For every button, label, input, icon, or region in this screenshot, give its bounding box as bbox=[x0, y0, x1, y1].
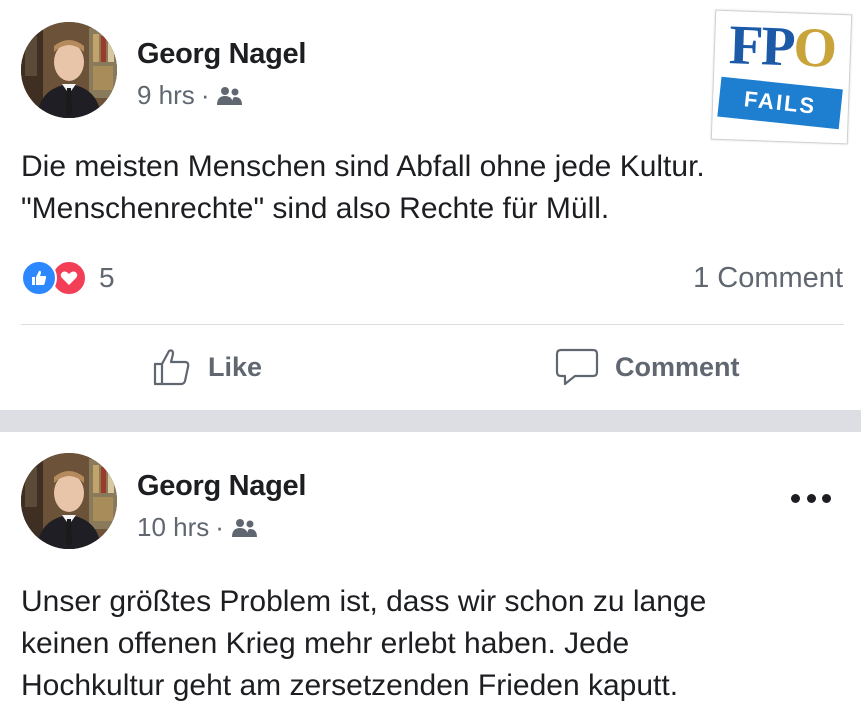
like-reaction-icon bbox=[21, 260, 57, 296]
actions-divider bbox=[21, 324, 844, 325]
logo-fails-text: FAILS bbox=[742, 86, 818, 119]
post-1: Georg Nagel 9 hrs · FPO FAILS Die meiste… bbox=[0, 0, 861, 410]
post-timestamp[interactable]: 9 hrs bbox=[137, 80, 195, 111]
like-button-label: Like bbox=[208, 351, 263, 382]
post-text-line: Die meisten Menschen sind Abfall ohne je… bbox=[21, 150, 705, 183]
reactions-summary[interactable]: 5 bbox=[21, 260, 115, 296]
post-author[interactable]: Georg Nagel bbox=[137, 470, 306, 503]
comment-count-link[interactable]: 1 Comment bbox=[693, 262, 843, 295]
feed-separator bbox=[0, 410, 861, 432]
friends-icon bbox=[231, 518, 257, 537]
meta-separator: · bbox=[215, 512, 224, 542]
post-meta: 9 hrs · bbox=[137, 80, 243, 111]
avatar-photo bbox=[21, 22, 117, 118]
logo-fails-band: FAILS bbox=[717, 76, 843, 130]
post-2: Georg Nagel 10 hrs · Unser größtes Probl… bbox=[0, 432, 861, 721]
post-text-line: "Menschenrechte" sind also Rechte für Mü… bbox=[21, 192, 610, 225]
meta-separator: · bbox=[200, 80, 210, 110]
thumbs-up-icon bbox=[153, 349, 190, 386]
post-text-line: Unser größtes Problem ist, dass wir scho… bbox=[21, 585, 707, 618]
comment-button-label: Comment bbox=[615, 351, 740, 382]
avatar[interactable] bbox=[21, 453, 117, 549]
post-timestamp[interactable]: 10 hrs bbox=[137, 512, 209, 543]
friends-icon bbox=[217, 86, 243, 105]
comment-button[interactable]: Comment bbox=[555, 342, 740, 392]
post-meta: 10 hrs · bbox=[137, 512, 258, 543]
post-author[interactable]: Georg Nagel bbox=[137, 38, 306, 71]
avatar[interactable] bbox=[21, 22, 117, 118]
post-text: Unser größtes Problem ist, dass wir scho… bbox=[21, 581, 841, 707]
post-text-line: keinen offenen Krieg mehr erlebt haben. … bbox=[21, 627, 630, 660]
fpo-fails-logo: FPO FAILS bbox=[710, 9, 853, 145]
like-button[interactable]: Like bbox=[152, 342, 262, 392]
comment-bubble-icon bbox=[555, 348, 599, 386]
more-options-icon[interactable] bbox=[791, 488, 831, 508]
logo-fpo-text: FPO bbox=[727, 14, 837, 80]
post-text-line: Hochkultur geht am zersetzenden Frieden … bbox=[21, 669, 679, 702]
avatar-photo bbox=[21, 453, 117, 549]
post-text: Die meisten Menschen sind Abfall ohne je… bbox=[21, 146, 841, 230]
reaction-count: 5 bbox=[99, 262, 115, 293]
